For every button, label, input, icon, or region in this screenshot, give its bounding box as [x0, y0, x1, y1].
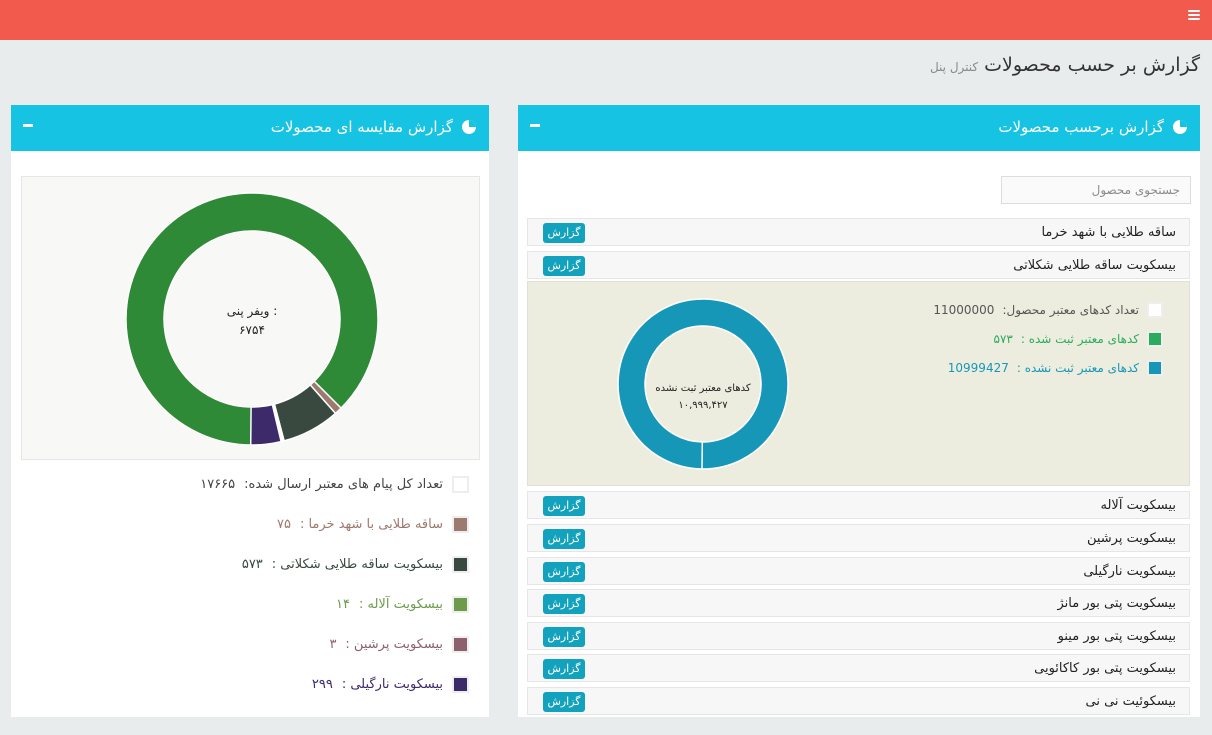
panel-title: گزارش برحسب محصولات — [998, 118, 1164, 136]
codes-donut-chart: کدهای معتبر ثبت نشده ۱۰,۹۹۹,۴۲۷ — [613, 294, 793, 474]
breadcrumb[interactable]: کنترل پنل — [930, 60, 978, 74]
product-row[interactable]: بیسکویت نارگیلی گزارش — [527, 557, 1190, 585]
legend-item: بیسکویت ساقه طلایی شکلاتی : ۵۷۳ — [242, 556, 469, 573]
legend-swatch — [452, 676, 469, 693]
legend-value: ۵۷۳ — [993, 332, 1013, 346]
product-row[interactable]: بیسکویت پتی بور مینو گزارش — [527, 622, 1190, 650]
legend-label: تعداد کدهای معتبر محصول: — [1002, 303, 1139, 317]
legend-label: بیسکویت پرشین : — [345, 637, 443, 652]
page-header: گزارش بر حسب محصولات کنترل پنل — [930, 54, 1200, 82]
report-button[interactable]: گزارش — [543, 223, 585, 243]
legend-label: ساقه طلایی با شهد خرما : — [299, 517, 443, 532]
donut-center-label: کدهای معتبر ثبت نشده — [655, 383, 750, 394]
product-row[interactable]: بیسکویت پتی بور کاکائویی گزارش — [527, 654, 1190, 682]
pie-chart-icon — [462, 120, 476, 134]
product-name: بیسکویت آلاله — [1100, 498, 1176, 513]
panel-header: گزارش برحسب محصولات — [518, 105, 1200, 151]
legend-value: ۲۹۹ — [311, 677, 333, 692]
legend-swatch — [452, 596, 469, 613]
product-detail: کدهای معتبر ثبت نشده ۱۰,۹۹۹,۴۲۷ تعداد کد… — [527, 281, 1190, 486]
donut-center-label: ویفر پنی : — [227, 304, 277, 319]
product-name: بیسکویت پرشین — [1086, 531, 1176, 546]
comparison-donut-chart: ویفر پنی : ۶۷۵۴ — [125, 192, 379, 446]
legend-swatch — [1147, 302, 1163, 318]
report-button[interactable]: گزارش — [543, 594, 585, 614]
product-row[interactable]: بیسکویت ساقه طلایی شکلاتی گزارش — [527, 251, 1190, 279]
legend-item: ساقه طلایی با شهد خرما : ۷۵ — [277, 516, 469, 533]
product-name: بیسکویت ساقه طلایی شکلاتی — [1013, 258, 1176, 273]
comparison-chart-box: ویفر پنی : ۶۷۵۴ — [21, 176, 480, 460]
legend-value: ۷۵ — [276, 517, 291, 532]
product-row[interactable]: بیسکویت پرشین گزارش — [527, 524, 1190, 552]
bars-icon[interactable] — [1188, 10, 1200, 21]
donut-center-value: ۶۷۵۴ — [239, 323, 265, 337]
legend-item: تعداد کدهای معتبر محصول: 11000000 — [933, 302, 1163, 318]
search-input[interactable] — [1001, 176, 1191, 204]
panel-title: گزارش مقایسه ای محصولات — [270, 118, 453, 136]
legend-swatch — [452, 636, 469, 653]
legend-label: بیسکویت ساقه طلایی شکلاتی : — [271, 557, 443, 572]
donut-center-value: ۱۰,۹۹۹,۴۲۷ — [678, 400, 728, 411]
panel-header: گزارش مقایسه ای محصولات — [11, 105, 489, 151]
report-button[interactable]: گزارش — [543, 659, 585, 679]
product-name: بیسکویت پتی بور مانژ — [1057, 596, 1176, 611]
legend-item: کدهای معتبر ثبت شده : ۵۷۳ — [993, 331, 1163, 347]
product-name: بیسکویت پتی بور کاکائویی — [1034, 661, 1176, 676]
legend-value: 10999427 — [947, 361, 1009, 375]
legend-item: بیسکویت پرشین : ۳ — [329, 636, 469, 653]
report-button[interactable]: گزارش — [543, 529, 585, 549]
product-row[interactable]: بیسکوئیت نی نی گزارش — [527, 687, 1190, 715]
product-row[interactable]: بیسکویت پتی بور مانژ گزارش — [527, 589, 1190, 617]
collapse-icon[interactable] — [530, 124, 540, 127]
product-name: بیسکوئیت نی نی — [1085, 694, 1176, 709]
product-row[interactable]: بیسکویت آلاله گزارش — [527, 491, 1190, 519]
product-name: بیسکویت پتی بور مینو — [1057, 629, 1176, 644]
legend-label: کدهای معتبر ثبت نشده : — [1016, 361, 1139, 375]
legend-value: ۱۴ — [336, 597, 350, 612]
legend-swatch — [452, 516, 469, 533]
legend-label: بیسکویت نارگیلی : — [341, 677, 443, 692]
legend-swatch — [452, 476, 469, 493]
report-button[interactable]: گزارش — [543, 256, 585, 276]
legend-swatch — [1147, 331, 1163, 347]
legend-swatch — [452, 556, 469, 573]
legend-item: بیسکویت آلاله : ۱۴ — [336, 596, 469, 613]
report-button[interactable]: گزارش — [543, 627, 585, 647]
report-button[interactable]: گزارش — [543, 562, 585, 582]
pie-chart-icon — [1173, 120, 1187, 134]
report-button[interactable]: گزارش — [543, 692, 585, 712]
legend-label: کدهای معتبر ثبت شده : — [1020, 332, 1139, 346]
product-row[interactable]: ساقه طلایی با شهد خرما گزارش — [527, 218, 1190, 246]
legend-swatch — [1147, 360, 1163, 376]
product-name: بیسکویت نارگیلی — [1083, 564, 1176, 579]
legend-label: تعداد کل پیام های معتبر ارسال شده: — [244, 477, 443, 492]
product-name: ساقه طلایی با شهد خرما — [1041, 225, 1176, 240]
top-bar — [0, 0, 1212, 40]
legend-item: کدهای معتبر ثبت نشده : 10999427 — [948, 360, 1163, 376]
legend-value: ۳ — [329, 637, 337, 652]
comparison-report-panel: گزارش مقایسه ای محصولات ویفر پنی : ۶۷۵۴ … — [11, 105, 489, 717]
legend-value: ۱۷۶۶۵ — [200, 477, 236, 492]
legend-value: 11000000 — [933, 303, 995, 317]
legend-label: بیسکویت آلاله : — [358, 597, 443, 612]
page-title: گزارش بر حسب محصولات — [984, 54, 1200, 76]
products-report-panel: گزارش برحسب محصولات ساقه طلایی با شهد خر… — [518, 105, 1200, 717]
report-button[interactable]: گزارش — [543, 496, 585, 516]
collapse-icon[interactable] — [23, 124, 33, 127]
legend-item: بیسکویت نارگیلی : ۲۹۹ — [312, 676, 469, 693]
legend-value: ۵۷۳ — [241, 557, 263, 572]
legend-item: تعداد کل پیام های معتبر ارسال شده: ۱۷۶۶۵ — [200, 476, 469, 493]
